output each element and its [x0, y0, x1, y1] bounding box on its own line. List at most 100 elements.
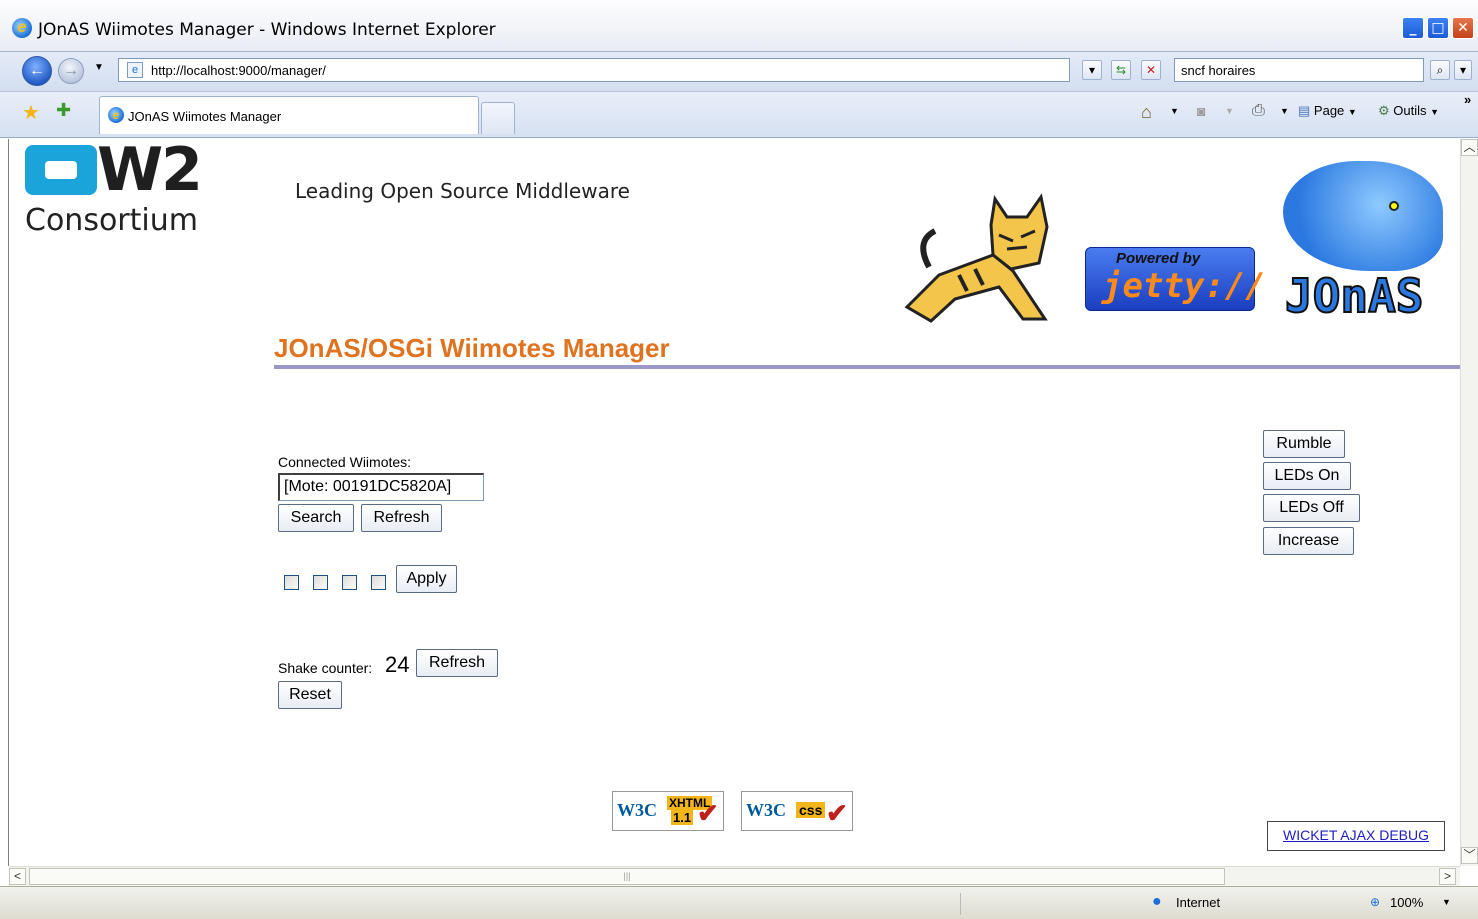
w3c-css-badge[interactable]: W3C css ✔	[741, 791, 853, 831]
forward-button[interactable]: →	[58, 58, 84, 84]
history-dropdown-icon[interactable]: ▼	[94, 62, 104, 73]
tools-dropdown-icon: ▼	[1430, 107, 1440, 117]
led-checkbox-1[interactable]	[284, 575, 299, 590]
jetty-powered-by-text: Powered by	[1116, 250, 1201, 267]
wiimote-list-item[interactable]: [Mote: 00191DC5820A]	[284, 478, 451, 495]
add-favorite-icon[interactable]: ✚	[56, 100, 71, 121]
zoom-level[interactable]: 100%	[1390, 895, 1423, 910]
page-content: W2 Consortium Leading Open Source Middle…	[9, 139, 1460, 866]
shake-counter-value: 24	[385, 652, 410, 677]
favorites-star-icon[interactable]: ★	[22, 100, 40, 125]
apply-leds-button[interactable]: Apply	[396, 565, 457, 593]
window-title-bar[interactable]: e JOnAS Wiimotes Manager - Windows Inter…	[0, 0, 1478, 52]
ow2-consortium-text: Consortium	[25, 203, 198, 238]
ow2-logo-w2: W2	[97, 139, 203, 205]
horizontal-scrollbar[interactable]: < ||| >	[9, 866, 1460, 886]
search-icon[interactable]: ⌕	[1430, 60, 1450, 80]
increase-button[interactable]: Increase	[1263, 527, 1354, 555]
scroll-left-button[interactable]: <	[9, 868, 26, 885]
window-left-border	[0, 139, 9, 866]
scroll-up-button[interactable]: ︿	[1461, 139, 1478, 156]
tab-jonas-manager[interactable]: e JOnAS Wiimotes Manager	[99, 96, 479, 134]
ie-logo-icon: e	[12, 18, 32, 38]
vertical-scrollbar[interactable]: ︿ ﹀	[1460, 139, 1478, 866]
tab-toolbar: ★ ✚ e JOnAS Wiimotes Manager ⌂ ▼ ◙ ▼ ⎙ ▼…	[0, 92, 1478, 138]
w3c-xhtml-badge[interactable]: W3C XHTML 1.1 ✔	[612, 791, 724, 831]
minimize-button[interactable]: _	[1402, 17, 1424, 39]
w3c-css-label: css	[796, 802, 826, 818]
address-bar[interactable]: e http://localhost:9000/manager/	[118, 58, 1070, 82]
home-icon[interactable]: ⌂	[1141, 102, 1152, 123]
w3c-css-logo: W3C	[746, 800, 786, 820]
tab-label: JOnAS Wiimotes Manager	[128, 109, 282, 124]
jonas-logo: JOnAS	[1273, 149, 1453, 324]
refresh-page-button[interactable]: ⇆	[1111, 60, 1131, 80]
w3c-xhtml-version: 1.1	[671, 810, 694, 825]
tools-menu-label: Outils	[1393, 103, 1427, 118]
tab-ie-icon: e	[108, 107, 124, 123]
address-dropdown-button[interactable]: ▾	[1082, 60, 1102, 80]
page-title: JOnAS/OSGi Wiimotes Manager	[274, 333, 670, 363]
wicket-ajax-debug-link[interactable]: WICKET AJAX DEBUG	[1267, 821, 1445, 851]
address-toolbar: ← → ▼ e http://localhost:9000/manager/ ▾…	[0, 52, 1478, 92]
tomcat-logo	[895, 191, 1075, 323]
jonas-whale-eye	[1389, 201, 1399, 211]
title-underline	[274, 365, 1460, 369]
led-checkbox-3[interactable]	[342, 575, 357, 590]
back-button[interactable]: ←	[22, 56, 52, 86]
page-menu[interactable]: ▤ Page ▼	[1298, 103, 1357, 119]
tools-gear-icon: ⚙	[1378, 103, 1390, 118]
page-menu-icon: ▤	[1298, 103, 1311, 118]
ow2-logo: W2 Consortium	[23, 139, 273, 241]
search-input[interactable]: sncf horaires	[1174, 58, 1424, 82]
shake-refresh-button[interactable]: Refresh	[416, 649, 498, 677]
print-icon[interactable]: ⎙	[1252, 102, 1265, 120]
search-input-value: sncf horaires	[1181, 63, 1256, 78]
scroll-down-button[interactable]: ﹀	[1461, 847, 1478, 864]
wiimote-list[interactable]: [Mote: 00191DC5820A]	[278, 473, 484, 501]
tagline: Leading Open Source Middleware	[295, 179, 630, 203]
rumble-button[interactable]: Rumble	[1263, 430, 1345, 458]
search-wiimotes-button[interactable]: Search	[278, 504, 354, 532]
feeds-icon[interactable]: ◙	[1197, 103, 1205, 119]
home-dropdown-icon[interactable]: ▼	[1170, 106, 1179, 116]
refresh-wiimotes-button[interactable]: Refresh	[361, 504, 442, 532]
leds-on-button[interactable]: LEDs On	[1263, 462, 1351, 490]
jetty-logo: Powered by jetty://	[1085, 247, 1266, 311]
led-checkbox-2[interactable]	[313, 575, 328, 590]
jonas-whale-shape	[1283, 161, 1443, 271]
shake-counter-label: Shake counter:	[278, 660, 373, 676]
page-icon: e	[127, 62, 143, 78]
feeds-dropdown-icon[interactable]: ▼	[1225, 106, 1234, 116]
jetty-name-text: jetty://	[1102, 266, 1266, 306]
stop-button[interactable]: ✕	[1141, 60, 1161, 80]
print-dropdown-icon[interactable]: ▼	[1280, 106, 1289, 116]
search-options-button[interactable]: ▾	[1454, 60, 1472, 80]
address-url: http://localhost:9000/manager/	[151, 63, 326, 78]
scroll-right-button[interactable]: >	[1439, 868, 1456, 885]
jonas-logo-text: JOnAS	[1284, 268, 1424, 324]
security-zone-label: Internet	[1176, 895, 1221, 910]
w3c-xhtml-logo: W3C	[617, 800, 657, 820]
new-tab-button[interactable]	[481, 102, 515, 134]
window-title: JOnAS Wiimotes Manager - Windows Interne…	[38, 20, 496, 40]
reset-counter-button[interactable]: Reset	[278, 681, 342, 709]
led-checkbox-4[interactable]	[371, 575, 386, 590]
w3c-css-check-icon: ✔	[826, 798, 848, 828]
horizontal-scroll-thumb[interactable]: |||	[29, 868, 1225, 885]
maximize-button[interactable]: □	[1427, 17, 1449, 39]
leds-off-button[interactable]: LEDs Off	[1263, 494, 1360, 522]
more-tools-chevron-icon[interactable]: »	[1464, 92, 1471, 107]
page-menu-dropdown-icon: ▼	[1347, 107, 1357, 117]
zoom-dropdown-icon[interactable]: ▼	[1442, 897, 1451, 907]
close-button[interactable]: ✕	[1452, 17, 1474, 39]
w3c-xhtml-check-icon: ✔	[697, 798, 719, 828]
page-menu-label: Page	[1313, 103, 1345, 118]
tools-menu[interactable]: ⚙ Outils ▼	[1378, 103, 1439, 119]
zoom-icon[interactable]: ⊕	[1370, 895, 1380, 909]
internet-zone-icon: ●	[1152, 893, 1162, 910]
connected-wiimotes-label: Connected Wiimotes:	[278, 454, 412, 470]
ow2-logo-o-hole	[45, 161, 77, 179]
status-bar: ● Internet ⊕ 100% ▼	[0, 886, 1478, 919]
status-divider	[960, 893, 1140, 915]
